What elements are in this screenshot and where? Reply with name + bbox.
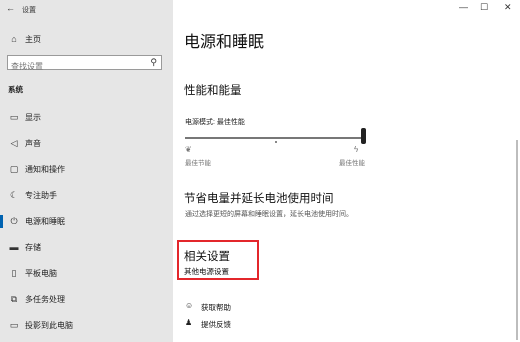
give-feedback-link[interactable]: 提供反馈 bbox=[201, 319, 231, 330]
home-icon: ⌂ bbox=[11, 34, 17, 44]
performance-heading: 性能和能量 bbox=[184, 85, 242, 97]
maximize-icon[interactable]: ☐ bbox=[480, 2, 488, 13]
power-mode-slider-track[interactable] bbox=[185, 137, 363, 139]
close-icon[interactable]: ✕ bbox=[504, 2, 512, 13]
lightning-icon: ϟ bbox=[354, 145, 359, 154]
battery-heading: 节省电量并延长电池使用时间 bbox=[184, 193, 334, 205]
sidebar-item-label: 多任务处理 bbox=[25, 294, 65, 304]
battery-description: 通过选择更短的屏幕和睡眠设置，延长电池使用时间。 bbox=[185, 211, 353, 218]
window-title: 设置 bbox=[22, 7, 36, 14]
multitasking-icon: ⧉ bbox=[10, 293, 18, 304]
page-title: 电源和睡眠 bbox=[184, 34, 265, 51]
help-icon: ☺ bbox=[185, 301, 194, 310]
sidebar-item-power-sleep[interactable]: ⏻ 电源和睡眠 bbox=[0, 211, 173, 231]
display-icon: ▭ bbox=[9, 111, 19, 122]
notification-icon: ▢ bbox=[9, 163, 19, 174]
sidebar-item-label: 电源和睡眠 bbox=[25, 216, 65, 226]
tablet-icon: ▯ bbox=[11, 267, 17, 278]
sidebar-item-label: 投影到此电脑 bbox=[25, 320, 73, 330]
sidebar-item-label: 显示 bbox=[25, 112, 41, 122]
sidebar-item-label: 通知和操作 bbox=[25, 164, 65, 174]
best-performance-label: 最佳性能 bbox=[339, 160, 365, 167]
sidebar-item-label: 平板电脑 bbox=[25, 268, 57, 278]
sidebar-item-project[interactable]: ▭ 投影到此电脑 bbox=[0, 315, 173, 335]
sidebar: ← 设置 ⌂ 主页 ⚲ 系统 ▭ 显示 ◁ 声音 ▢ 通知和操作 ☾ 专注助手 … bbox=[0, 0, 173, 342]
search-input[interactable] bbox=[8, 60, 144, 73]
sidebar-item-home[interactable]: ⌂ 主页 bbox=[0, 29, 173, 49]
additional-power-settings-link[interactable]: 其他电源设置 bbox=[184, 266, 229, 277]
project-icon: ▭ bbox=[9, 319, 19, 330]
search-box[interactable]: ⚲ bbox=[7, 55, 162, 73]
slider-tick bbox=[275, 141, 277, 143]
sidebar-item-display[interactable]: ▭ 显示 bbox=[0, 107, 173, 127]
feedback-icon: ♟ bbox=[185, 318, 193, 327]
sidebar-item-notifications[interactable]: ▢ 通知和操作 bbox=[0, 159, 173, 179]
sidebar-item-tablet[interactable]: ▯ 平板电脑 bbox=[0, 263, 173, 283]
related-settings-heading: 相关设置 bbox=[184, 251, 230, 263]
sidebar-item-multitasking[interactable]: ⧉ 多任务处理 bbox=[0, 289, 173, 309]
sidebar-item-label: 专注助手 bbox=[25, 190, 57, 200]
get-help-link[interactable]: 获取帮助 bbox=[201, 302, 231, 313]
sidebar-item-label: 存储 bbox=[25, 242, 41, 252]
sound-icon: ◁ bbox=[10, 137, 18, 148]
search-icon[interactable]: ⚲ bbox=[150, 57, 157, 68]
sidebar-item-storage[interactable]: ▬ 存储 bbox=[0, 237, 173, 257]
sidebar-item-focus-assist[interactable]: ☾ 专注助手 bbox=[0, 185, 173, 205]
best-efficiency-label: 最佳节能 bbox=[185, 160, 211, 167]
power-icon: ⏻ bbox=[10, 215, 18, 226]
minimize-icon[interactable]: — bbox=[459, 2, 468, 12]
sidebar-item-sound[interactable]: ◁ 声音 bbox=[0, 133, 173, 153]
section-label: 系统 bbox=[8, 85, 23, 94]
power-mode-label: 电源模式: 最佳性能 bbox=[185, 119, 245, 126]
scrollbar[interactable] bbox=[516, 140, 518, 340]
power-mode-slider-thumb[interactable] bbox=[361, 128, 366, 144]
sidebar-item-label: 声音 bbox=[25, 138, 41, 148]
back-arrow-icon[interactable]: ← bbox=[6, 3, 15, 13]
storage-icon: ▬ bbox=[9, 242, 19, 252]
main-panel: — ☐ ✕ 电源和睡眠 性能和能量 电源模式: 最佳性能 ❦ ϟ 最佳节能 最佳… bbox=[173, 0, 520, 342]
focus-assist-icon: ☾ bbox=[9, 189, 19, 200]
leaf-icon: ❦ bbox=[185, 145, 192, 154]
sidebar-item-label: 主页 bbox=[25, 34, 41, 44]
